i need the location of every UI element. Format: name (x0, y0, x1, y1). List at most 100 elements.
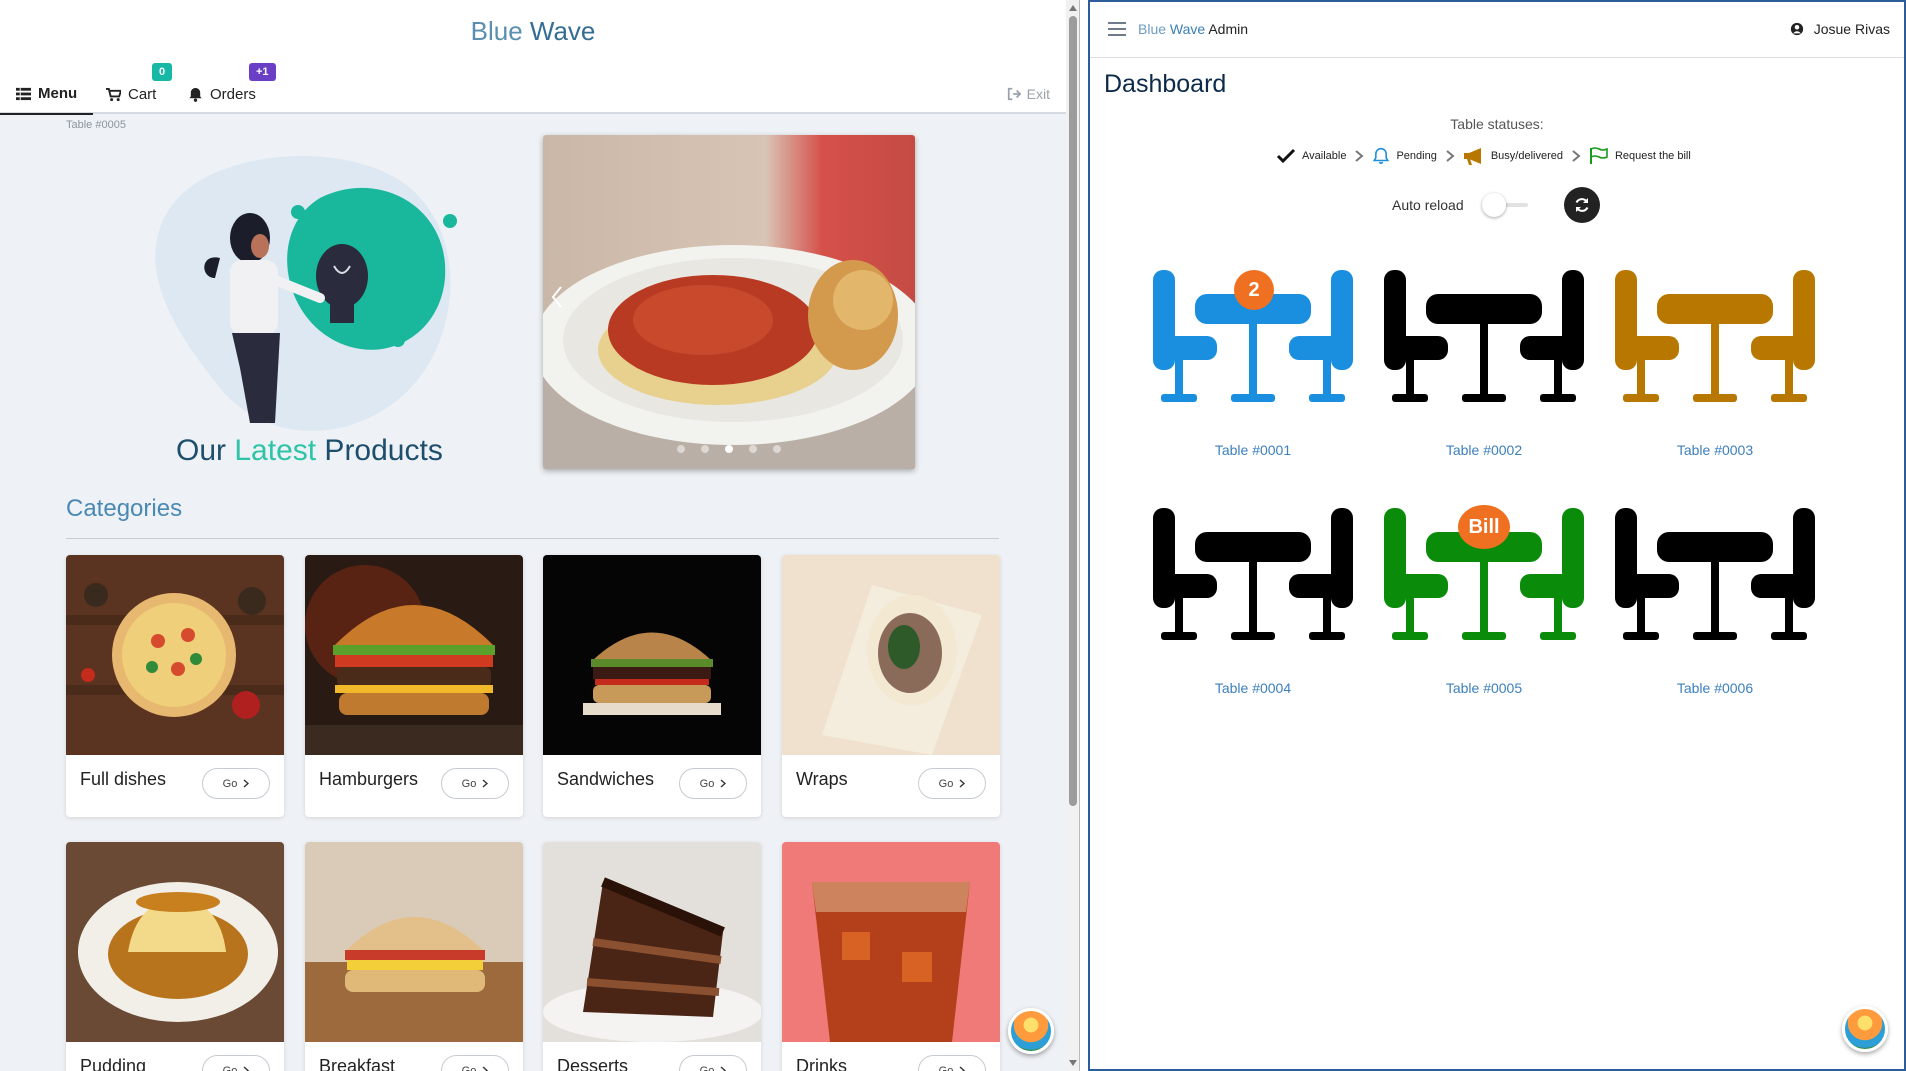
cake-image (543, 842, 761, 1042)
carousel-dot[interactable] (773, 445, 781, 453)
sign-out-icon (1007, 87, 1021, 101)
carousel-dot[interactable] (701, 445, 709, 453)
table-chairs-icon (1615, 270, 1815, 402)
bell-icon (1373, 147, 1390, 164)
go-label: Go (461, 1064, 477, 1071)
wrap-image (782, 555, 1000, 755)
admin-app-pane: Blue Wave Admin Josue Rivas Dashboard Ta… (1088, 0, 1906, 1071)
go-button[interactable]: Go (441, 768, 509, 799)
scroll-down-arrow[interactable] (1069, 1060, 1077, 1066)
nav-menu-label: Menu (38, 85, 78, 102)
bell-icon (189, 87, 202, 102)
hamburger-menu-icon[interactable] (1108, 21, 1126, 37)
refresh-button[interactable] (1564, 187, 1600, 223)
cart-count-badge: 0 (152, 63, 173, 81)
table-label[interactable]: Table #0003 (1610, 442, 1820, 458)
admin-topbar: Blue Wave Admin Josue Rivas (1090, 2, 1904, 58)
carousel-prev-icon[interactable] (551, 285, 563, 309)
scroll-thumb[interactable] (1069, 16, 1077, 806)
table-chairs-icon (1384, 270, 1584, 402)
chevron-right-icon (959, 1066, 966, 1071)
go-button[interactable]: Go (918, 1055, 986, 1071)
chevron-right-icon (1446, 150, 1455, 162)
carousel-indicators (543, 445, 915, 453)
flag-icon (1589, 147, 1608, 164)
nav-cart-label: Cart (128, 85, 157, 103)
table-chairs-icon (1153, 508, 1353, 640)
carousel-dot-active[interactable] (725, 445, 733, 453)
user-menu[interactable]: Josue Rivas (1790, 21, 1890, 37)
auto-reload-toggle[interactable] (1482, 193, 1534, 217)
category-card[interactable]: Desserts Go (543, 842, 761, 1071)
category-card[interactable]: Wraps Go (782, 555, 1000, 817)
orders-count-badge: +1 (249, 63, 276, 81)
idea-illustration (155, 155, 457, 431)
nav-menu-tab[interactable]: Menu (0, 74, 94, 115)
admin-brand-suffix: Admin (1205, 21, 1249, 37)
go-label: Go (699, 777, 715, 790)
user-circle-icon (1790, 22, 1803, 36)
admin-brand-light: Blue (1138, 21, 1167, 37)
island-chat-button[interactable] (1842, 1006, 1888, 1052)
scrollbar[interactable] (1066, 0, 1079, 1071)
legend-busy: Busy/delivered (1463, 147, 1563, 165)
category-card[interactable]: Hamburgers Go (305, 555, 523, 817)
table-widget[interactable]: Table #0004 (1148, 508, 1358, 698)
category-card[interactable]: Full dishes Go (66, 555, 284, 817)
carousel-dot[interactable] (677, 445, 685, 453)
go-label: Go (222, 777, 238, 790)
category-card[interactable]: Breakfast Go (305, 842, 523, 1071)
chevron-right-icon (243, 1066, 250, 1071)
category-card[interactable]: Pudding Go (66, 842, 284, 1071)
cart-icon (106, 87, 121, 101)
category-card[interactable]: Drinks Go (782, 842, 1000, 1071)
table-label[interactable]: Table #0004 (1148, 680, 1358, 696)
go-button[interactable]: Go (441, 1055, 509, 1071)
go-button[interactable]: Go (918, 768, 986, 799)
island-chat-button[interactable] (1008, 1008, 1054, 1054)
table-label[interactable]: Table #0006 (1610, 680, 1820, 696)
chevron-right-icon (243, 779, 250, 788)
category-name: Breakfast (319, 1056, 396, 1071)
chevron-right-icon (959, 779, 966, 788)
table-number-tag: Table #0005 (66, 119, 126, 131)
toggle-knob[interactable] (1482, 193, 1506, 217)
go-button[interactable]: Go (679, 768, 747, 799)
spaghetti-slide-image (543, 135, 915, 469)
table-label[interactable]: Table #0001 (1148, 442, 1358, 458)
category-name: Wraps (796, 769, 848, 789)
iced-tea-image (782, 842, 1000, 1042)
go-button[interactable]: Go (679, 1055, 747, 1071)
hero-title: Our Latest Products (176, 434, 443, 468)
burger-image (305, 555, 523, 755)
category-card[interactable]: Sandwiches Go (543, 555, 761, 817)
chevron-right-icon (482, 779, 489, 788)
check-icon (1276, 148, 1296, 164)
go-label: Go (938, 777, 954, 790)
status-legend: Available Pending Busy/delivered Request… (1276, 147, 1691, 165)
brand-light: Blue (470, 16, 523, 46)
table-widget[interactable]: Table #0002 (1379, 270, 1589, 460)
brand-strong: Wave (529, 16, 596, 46)
table-label[interactable]: Table #0005 (1379, 680, 1589, 696)
carousel-dot[interactable] (749, 445, 757, 453)
hero-title-part1: Our (176, 434, 235, 467)
go-button[interactable]: Go (202, 1055, 270, 1071)
table-label[interactable]: Table #0002 (1379, 442, 1589, 458)
categories-heading: Categories (66, 495, 183, 522)
table-widget[interactable]: Table #0003 (1610, 270, 1820, 460)
category-name: Hamburgers (319, 769, 419, 789)
chevron-right-icon (1572, 150, 1581, 162)
list-icon (16, 87, 31, 101)
table-widget[interactable]: Table #0001 2 (1148, 270, 1358, 460)
exit-button[interactable]: Exit (1007, 74, 1050, 114)
admin-brand-strong: Wave (1169, 21, 1206, 37)
go-label: Go (938, 1064, 954, 1071)
legend-pending: Pending (1372, 147, 1437, 165)
product-carousel[interactable] (543, 135, 915, 469)
legend-label: Request the bill (1614, 150, 1691, 162)
table-widget[interactable]: Table #0005 Bill (1379, 505, 1589, 698)
go-button[interactable]: Go (202, 768, 270, 799)
table-widget[interactable]: Table #0006 (1610, 508, 1820, 698)
scroll-up-arrow[interactable] (1069, 5, 1077, 11)
